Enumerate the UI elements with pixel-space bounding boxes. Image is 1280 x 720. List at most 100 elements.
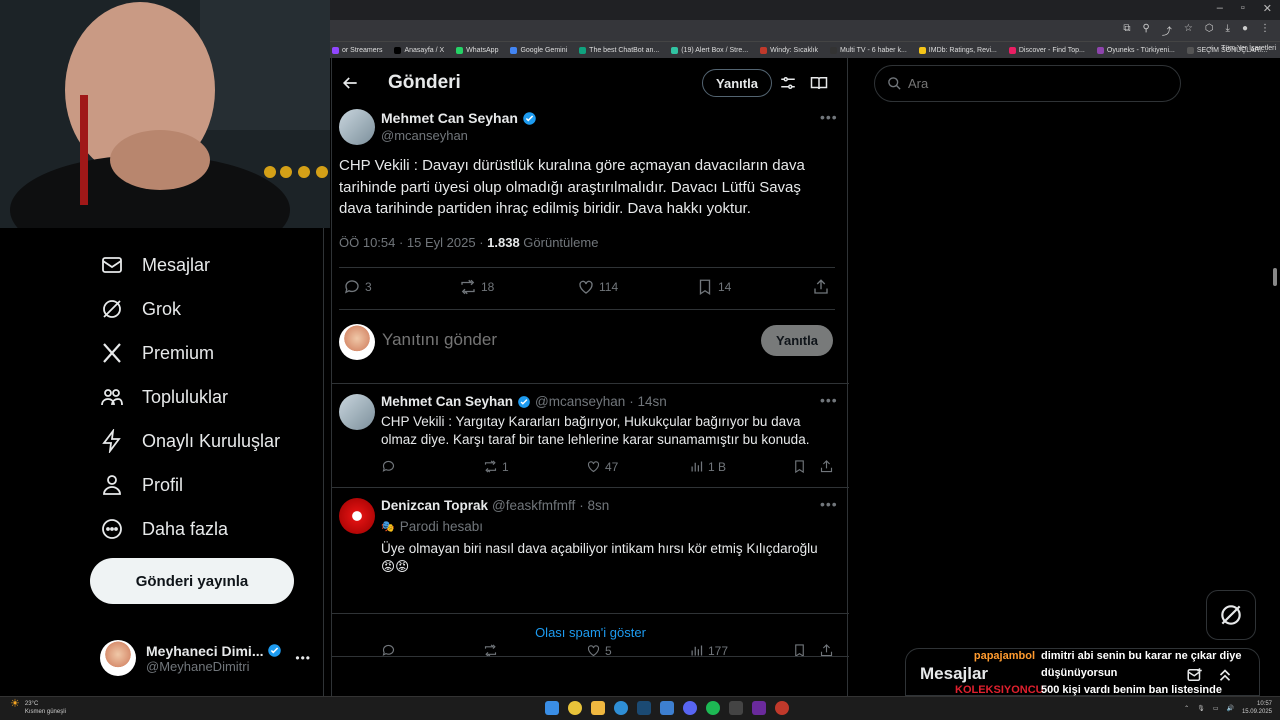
views-action[interactable]: 1 B xyxy=(689,459,726,474)
bookmark-item[interactable]: Google Gemini xyxy=(510,46,567,54)
bookmark-favicon-icon xyxy=(1008,46,1016,54)
browser-address-bar[interactable]: ⧉ ⚲ ⤴ ☆ ⬡ ⤓ ● ⋮ xyxy=(330,20,1280,41)
reply-input[interactable] xyxy=(382,330,742,350)
nav-item-premium[interactable]: Premium xyxy=(100,341,214,365)
reply-tweet[interactable]: Denizcan Toprak @feaskfmfmff · 8sn ••• 🎭… xyxy=(332,488,849,658)
author-avatar[interactable] xyxy=(339,109,375,145)
zoom-icon[interactable]: ⚲ xyxy=(1143,23,1150,38)
author-avatar[interactable] xyxy=(339,394,375,430)
kick-icon[interactable] xyxy=(752,701,766,715)
maximize-icon[interactable]: ▫ xyxy=(1241,2,1245,15)
nav-item-verified-orgs[interactable]: Onaylı Kuruluşlar xyxy=(100,429,280,453)
show-spam-link[interactable]: Olası spam'i göster xyxy=(332,625,849,640)
scrollbar[interactable] xyxy=(1272,60,1278,696)
repost-action[interactable]: 18 xyxy=(459,278,494,296)
share-icon[interactable]: ⤴ xyxy=(1162,23,1172,38)
parody-mask-icon: 🎭 xyxy=(381,521,395,533)
bookmarks-overflow-icon[interactable]: » xyxy=(1209,45,1213,52)
reply-action[interactable]: 3 xyxy=(343,278,372,296)
post-author[interactable]: Mehmet Can Seyhan xyxy=(381,110,537,126)
bookmark-item[interactable]: The best ChatBot an... xyxy=(579,46,659,54)
tweet-time[interactable]: · 14sn xyxy=(629,394,667,409)
all-bookmarks-folder[interactable]: Tüm Yer İşaretleri xyxy=(1221,45,1276,52)
star-icon[interactable]: ☆ xyxy=(1184,23,1193,38)
edge-icon[interactable] xyxy=(614,701,628,715)
chevron-up-icon[interactable]: ⌃ xyxy=(1184,705,1189,712)
reply-action[interactable] xyxy=(381,459,400,474)
author-avatar[interactable] xyxy=(339,498,375,534)
profile-icon[interactable]: ● xyxy=(1242,23,1248,38)
tweet-actions: 5 177 xyxy=(381,643,836,661)
reply-submit-button[interactable]: Yanıtla xyxy=(761,325,833,356)
grok-floating-button[interactable] xyxy=(1206,590,1256,640)
nav-item-more[interactable]: Daha fazla xyxy=(100,517,228,541)
share-action[interactable] xyxy=(819,459,834,474)
grok-icon xyxy=(103,300,121,318)
people-icon xyxy=(101,389,123,406)
repost-action[interactable]: 1 xyxy=(483,459,509,474)
nav-item-grok[interactable]: Grok xyxy=(100,297,181,321)
author-name[interactable]: Denizcan Toprak xyxy=(381,498,488,513)
author-handle[interactable]: @mcanseyhan xyxy=(535,394,625,409)
steam-icon[interactable] xyxy=(637,701,651,715)
nav-item-communities[interactable]: Topluluklar xyxy=(100,385,228,409)
tweet-more-icon[interactable]: ••• xyxy=(820,392,838,408)
post-more-icon[interactable]: ••• xyxy=(820,109,838,125)
install-icon[interactable]: ⧉ xyxy=(1123,23,1130,38)
mic-icon[interactable]: 🎙 xyxy=(1197,705,1205,712)
nav-item-profile[interactable]: Profil xyxy=(100,473,183,497)
like-action[interactable]: 47 xyxy=(586,459,618,474)
bookmark-item[interactable]: or Streamers xyxy=(332,46,382,54)
scrollbar-thumb[interactable] xyxy=(1273,268,1277,286)
menu-icon[interactable]: ⋮ xyxy=(1260,23,1270,38)
bookmark-icon xyxy=(699,279,711,296)
windows-start-icon[interactable] xyxy=(545,701,559,715)
bookmark-item[interactable]: IMDb: Ratings, Revi... xyxy=(918,46,997,54)
reader-mode-icon[interactable] xyxy=(810,74,828,92)
obs-icon[interactable] xyxy=(729,701,743,715)
bookmark-item[interactable]: Discover - Find Top... xyxy=(1008,46,1085,54)
minimize-icon[interactable]: – xyxy=(1217,2,1223,15)
bookmark-action[interactable] xyxy=(792,459,807,474)
volume-icon[interactable]: 🔊 xyxy=(1226,705,1233,712)
discord-icon[interactable] xyxy=(683,701,697,715)
search-box[interactable] xyxy=(874,65,1181,102)
search-input[interactable] xyxy=(908,76,1158,91)
close-icon[interactable]: ✕ xyxy=(1263,2,1272,15)
post-button[interactable]: Gönderi yayınla xyxy=(90,558,294,604)
reply-header-button[interactable]: Yanıtla xyxy=(702,69,772,97)
extensions-icon[interactable]: ⬡ xyxy=(1205,23,1214,38)
bookmark-item[interactable]: Oyuneks - Türkiyeni... xyxy=(1096,46,1175,54)
author-handle[interactable]: @feaskfmfmff xyxy=(492,498,575,513)
store-icon[interactable] xyxy=(660,701,674,715)
chrome-icon[interactable] xyxy=(568,701,582,715)
author-handle[interactable]: @mcanseyhan xyxy=(381,128,468,143)
tweet-time[interactable]: · 8sn xyxy=(579,498,609,513)
filter-sliders-icon[interactable] xyxy=(779,74,797,92)
spotify-icon[interactable] xyxy=(706,701,720,715)
reply-tweet[interactable]: Mehmet Can Seyhan @mcanseyhan · 14sn •••… xyxy=(332,384,849,488)
author-name[interactable]: Mehmet Can Seyhan xyxy=(381,394,513,409)
account-more-icon[interactable]: ••• xyxy=(295,651,311,665)
post-time[interactable]: ÖÖ 10:54 · 15 Eyl 2025 · xyxy=(339,235,487,250)
bookmark-item[interactable]: Windy: Sıcaklık xyxy=(760,46,818,54)
bookmark-action[interactable]: 14 xyxy=(696,278,731,296)
file-explorer-icon[interactable] xyxy=(591,701,605,715)
tweet-more-icon[interactable]: ••• xyxy=(820,496,838,512)
bookmark-item[interactable]: (19) Alert Box / Stre... xyxy=(671,46,748,54)
bookmark-item[interactable]: Multi TV - 6 haber k... xyxy=(830,46,907,54)
app-icon[interactable] xyxy=(775,701,789,715)
bookmark-item[interactable]: Anasayfa / X xyxy=(394,46,444,54)
back-arrow-icon[interactable] xyxy=(340,73,360,93)
share-action[interactable] xyxy=(812,278,830,296)
nav-item-messages[interactable]: Mesajlar xyxy=(100,253,210,277)
avatar xyxy=(100,640,136,676)
bookmark-item[interactable]: WhatsApp xyxy=(456,46,498,54)
streamer-video xyxy=(0,0,330,228)
download-icon[interactable]: ⤓ xyxy=(1226,23,1230,38)
network-icon[interactable]: ▭ xyxy=(1213,705,1219,712)
weather-widget[interactable]: ☀ 23°C Kısmen güneşli xyxy=(10,699,66,716)
like-action[interactable]: 114 xyxy=(577,278,618,296)
clock[interactable]: 10:57 15.09.2025 xyxy=(1242,700,1272,716)
account-switcher[interactable]: Meyhaneci Dimi... @MeyhaneDimitri ••• xyxy=(100,636,315,680)
